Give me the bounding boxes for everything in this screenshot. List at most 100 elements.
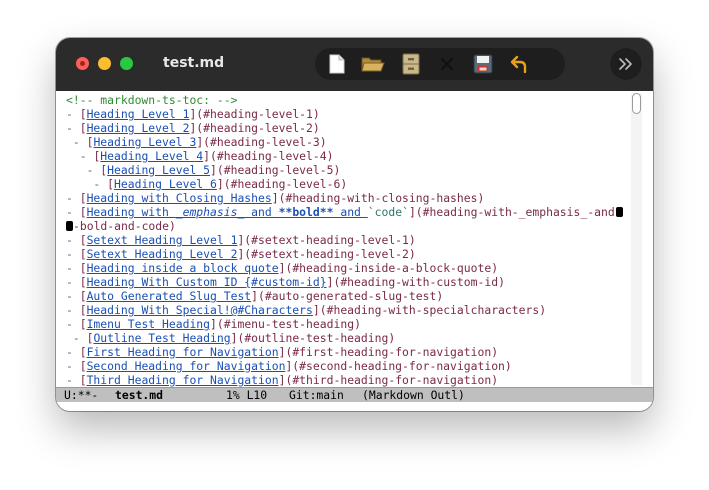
bracket: ]( (196, 135, 211, 149)
bracket: ) (539, 303, 547, 317)
bracket: ) (333, 163, 341, 177)
toc-link-label[interactable]: Heading inside a block quote (87, 261, 279, 275)
toc-link-label[interactable]: First Heading for Navigation (87, 345, 279, 359)
list-bullet: - (66, 233, 80, 247)
toolbar (314, 47, 566, 81)
bracket: ) (312, 107, 320, 121)
list-bullet: - (66, 275, 80, 289)
toc-link-label[interactable]: Auto Generated Slug Test (87, 289, 252, 303)
toc-link-label[interactable]: Heading With Custom ID {#custom-id} (87, 275, 327, 289)
new-file-icon (329, 54, 345, 74)
bracket: ) (354, 317, 361, 331)
bracket: [ (79, 359, 87, 373)
toc-link-label[interactable]: Heading Level 6 (114, 177, 217, 191)
modeline-status: U:**- (64, 388, 99, 402)
toc-anchor: #heading-level-3 (210, 135, 320, 149)
minimize-window-button[interactable] (98, 57, 111, 70)
open-file-button[interactable] (360, 52, 386, 76)
scrollbar-thumb[interactable] (632, 93, 641, 114)
dired-button[interactable] (398, 52, 424, 76)
toc-anchor: #heading-level-6 (230, 177, 341, 191)
toc-link-label-part[interactable]: `code` (368, 205, 409, 219)
bracket: ]( (237, 233, 252, 247)
buffer-line: - [Outline Test Heading](#outline-test-h… (66, 331, 636, 345)
toc-anchor: #auto-generated-slug-test (264, 289, 437, 303)
vertical-scrollbar[interactable] (631, 93, 642, 385)
toc-anchor: #imenu-test-heading (223, 317, 355, 331)
close-window-button[interactable] (76, 57, 89, 70)
list-bullet: - (66, 121, 80, 135)
toc-link-label[interactable]: Third Heading for Navigation (87, 373, 279, 387)
bracket: ]( (278, 345, 293, 359)
toc-link-label[interactable]: Heading Level 2 (87, 121, 190, 135)
minibuffer[interactable] (56, 402, 653, 411)
title-bar[interactable]: test.md (56, 38, 653, 91)
toc-link-label[interactable]: Second Heading for Navigation (87, 359, 286, 373)
bracket: ) (326, 149, 334, 163)
toc-link-label-part[interactable]: and (244, 205, 278, 219)
editor-buffer[interactable]: <!-- markdown-ts-toc: --> - [Heading Leve… (56, 91, 653, 387)
kill-buffer-button[interactable] (434, 52, 460, 76)
toc-anchor: #heading-with-closing-hashes (285, 191, 478, 205)
toc-link-label[interactable]: Imenu Test Heading (87, 317, 210, 331)
buffer-text[interactable]: <!-- markdown-ts-toc: --> - [Heading Leve… (66, 93, 636, 387)
bracket: [ (79, 317, 87, 331)
bracket: ) (491, 261, 499, 275)
toc-link-label[interactable]: Heading With Special!@#Characters (87, 303, 313, 317)
toc-anchor: #outline-test-heading (244, 331, 389, 345)
bracket: ]( (210, 163, 224, 177)
bracket: [ (79, 205, 87, 219)
toc-link-label-part[interactable]: **bold** (279, 205, 334, 219)
buffer-line: <!-- markdown-ts-toc: --> (66, 93, 636, 107)
toc-anchor: #heading-level-1 (203, 107, 313, 121)
screen: test.md <!-- markdown-ts-toc: --> - [Hea… (0, 0, 709, 490)
toc-link-label[interactable]: Outline Test Heading (93, 331, 230, 345)
toolbar-overflow-button[interactable] (609, 47, 643, 81)
list-bullet: - (66, 261, 80, 275)
bracket: [ (79, 191, 87, 205)
toc-link-label[interactable]: Heading with Closing Hashes (87, 191, 272, 205)
list-bullet: - (66, 149, 94, 163)
toc-link-label[interactable]: Heading Level 1 (87, 107, 190, 121)
mode-line: U:**- test.md 1% L10 Git:main (Markdown … (56, 387, 653, 402)
emacs-window: test.md <!-- markdown-ts-toc: --> - [Hea… (56, 38, 653, 411)
zoom-window-button[interactable] (120, 57, 133, 70)
list-bullet: - (66, 107, 80, 121)
toc-link-label-part[interactable]: and (333, 205, 367, 219)
toc-anchor: #heading-with-_emphasis_-and (422, 205, 615, 219)
list-bullet: - (66, 373, 80, 387)
toc-link-label[interactable]: Setext Heading Level 2 (87, 247, 238, 261)
bracket: ]( (189, 107, 204, 121)
bracket: ) (319, 135, 327, 149)
toc-anchor: #heading-level-4 (216, 149, 327, 163)
list-bullet: - (66, 317, 80, 331)
toc-link-label[interactable]: Heading Level 5 (107, 163, 210, 177)
bracket: ]( (230, 331, 245, 345)
bracket: ) (477, 191, 485, 205)
new-file-button[interactable] (324, 52, 350, 76)
buffer-line: - [Heading with Closing Hashes](#heading… (66, 191, 636, 205)
buffer-line: - [Heading Level 2](#heading-level-2) (66, 121, 636, 135)
toc-link-label-part[interactable]: Heading with (87, 205, 176, 219)
bracket: ]( (278, 373, 293, 387)
toc-anchor: #second-heading-for-navigation (299, 359, 505, 373)
toc-anchor: #heading-level-2 (203, 121, 313, 135)
modeline-major-mode[interactable]: (Markdown Outl) (362, 388, 465, 402)
toc-link-label-part[interactable]: _emphasis_ (176, 205, 245, 219)
bracket: ]( (189, 121, 204, 135)
bracket: [ (79, 261, 87, 275)
open-folder-icon (361, 57, 385, 72)
undo-button[interactable] (506, 52, 532, 76)
save-button[interactable] (470, 52, 496, 76)
toc-link-label[interactable]: Heading Level 4 (100, 149, 203, 163)
toc-link-label[interactable]: Heading Level 3 (93, 135, 196, 149)
bracket: [ (79, 107, 87, 121)
modeline-vc: Git:main (289, 388, 344, 402)
bracket: ) (388, 331, 396, 345)
toc-link-label[interactable]: Setext Heading Level 1 (87, 233, 238, 247)
bracket: ]( (210, 317, 224, 331)
bracket: [ (79, 373, 87, 387)
buffer-line: - [Heading With Special!@#Characters](#h… (66, 303, 636, 317)
bracket: ]( (216, 177, 231, 191)
toc-comment: <!-- markdown-ts-toc: --> (66, 93, 238, 107)
